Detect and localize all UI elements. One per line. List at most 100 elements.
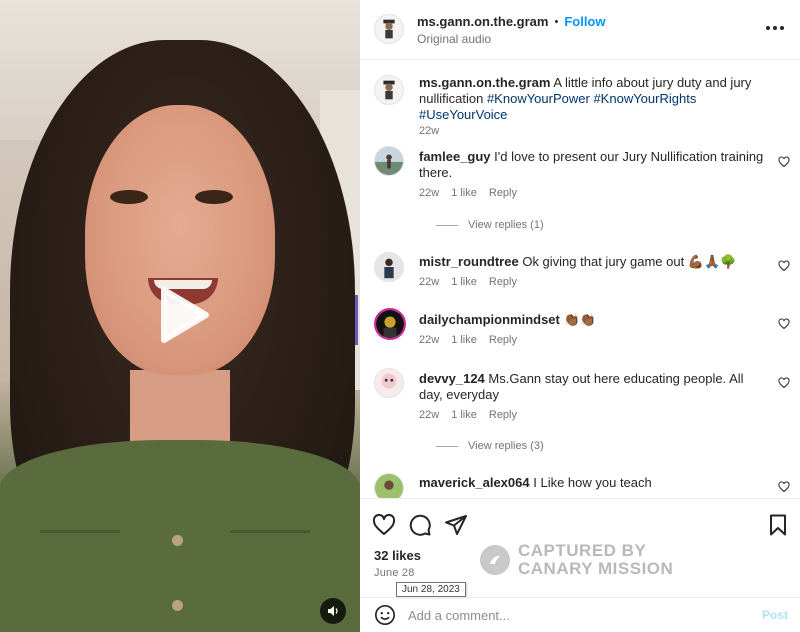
view-replies-button[interactable]: View replies (1)	[436, 219, 544, 231]
comment-item: mistr_roundtree Ok giving that jury game…	[374, 251, 794, 306]
heart-icon[interactable]	[778, 377, 790, 389]
replies-divider	[436, 445, 458, 447]
comment-age[interactable]: 22w	[419, 187, 439, 199]
hashtag-link[interactable]: #KnowYourPower	[487, 91, 590, 106]
hashtag-link[interactable]: #KnowYourRights	[593, 91, 696, 106]
reply-button[interactable]: Reply	[489, 187, 517, 199]
comment-text: famlee_guy I'd love to present our Jury …	[419, 149, 764, 181]
replies-divider	[436, 224, 458, 226]
comments-list[interactable]: ms.gann.on.the.gram A little info about …	[360, 61, 800, 498]
avatar-photo-icon	[375, 369, 403, 397]
canary-logo-icon	[480, 545, 510, 575]
avatar-figure-icon	[383, 19, 395, 39]
video-eye-right	[195, 190, 233, 204]
comment-body: 👏🏾👏🏾	[563, 312, 596, 327]
avatar-photo-icon	[376, 310, 404, 338]
header-separator: •	[554, 15, 559, 28]
comment-body: I Like how you teach	[533, 475, 652, 490]
commenter-avatar[interactable]	[374, 146, 404, 176]
mute-toggle-button[interactable]	[320, 598, 346, 624]
likes-count[interactable]: 32 likes	[374, 548, 421, 563]
video-player[interactable]	[0, 0, 360, 632]
watermark-line-2: CANARY MISSION	[518, 559, 674, 578]
comment-text: dailychampionmindset 👏🏾👏🏾	[419, 312, 764, 328]
comment-age[interactable]: 22w	[419, 276, 439, 288]
commenter-avatar[interactable]	[374, 473, 404, 498]
shirt-pocket	[230, 530, 310, 590]
author-username[interactable]: ms.gann.on.the.gram	[417, 14, 548, 29]
bookmark-icon[interactable]	[766, 513, 790, 537]
view-replies-label: View replies (1)	[468, 219, 544, 231]
avatar-photo-icon	[375, 474, 403, 498]
comment-like-count[interactable]: 1 like	[451, 187, 477, 199]
watermark: CAPTURED BY CANARY MISSION	[480, 540, 680, 580]
caption-text: ms.gann.on.the.gram A little info about …	[419, 75, 764, 123]
heart-icon[interactable]	[372, 513, 396, 537]
comment-age[interactable]: 22w	[419, 334, 439, 346]
comment-item: dailychampionmindset 👏🏾👏🏾 22w 1 like Rep…	[374, 308, 794, 363]
caption-age[interactable]: 22w	[419, 125, 439, 137]
audio-label[interactable]: Original audio	[417, 32, 491, 46]
commenter-avatar[interactable]	[374, 368, 404, 398]
post-details-panel: ms.gann.on.the.gram • Follow Original au…	[360, 0, 800, 632]
shirt-button	[172, 600, 183, 611]
comment-like-count[interactable]: 1 like	[451, 334, 477, 346]
avatar-photo-icon	[375, 253, 403, 281]
comment-meta: 22w 1 like Reply	[419, 334, 517, 346]
watermark-text: CAPTURED BY CANARY MISSION	[518, 542, 673, 578]
heart-icon[interactable]	[778, 481, 790, 493]
comment-like-count[interactable]: 1 like	[451, 276, 477, 288]
shirt-pocket	[40, 530, 120, 590]
heart-icon[interactable]	[778, 156, 790, 168]
comment-item: famlee_guy I'd love to present our Jury …	[374, 146, 794, 246]
shirt-button	[172, 535, 183, 546]
author-avatar[interactable]	[374, 14, 404, 44]
comment-input[interactable]	[408, 606, 748, 624]
avatar-figure-icon	[383, 80, 395, 100]
comment-meta: 22w 1 like Reply	[419, 409, 517, 421]
heart-icon[interactable]	[778, 260, 790, 272]
comment-username[interactable]: maverick_alex064	[419, 475, 530, 490]
more-horizontal-icon[interactable]	[766, 20, 786, 36]
comment-like-count[interactable]: 1 like	[451, 409, 477, 421]
add-comment-bar: Post	[360, 597, 800, 632]
caption-username[interactable]: ms.gann.on.the.gram	[419, 75, 550, 90]
post-comment-button[interactable]: Post	[762, 608, 788, 622]
video-eye-left	[110, 190, 148, 204]
comment-item: maverick_alex064 I Like how you teach	[374, 471, 794, 498]
caption: ms.gann.on.the.gram A little info about …	[374, 73, 794, 137]
comment-text: maverick_alex064 I Like how you teach	[419, 475, 764, 491]
post-header: ms.gann.on.the.gram • Follow Original au…	[360, 0, 800, 60]
reply-button[interactable]: Reply	[489, 334, 517, 346]
comment-username[interactable]: famlee_guy	[419, 149, 491, 164]
comment-item: devvy_124 Ms.Gann stay out here educatin…	[374, 367, 794, 467]
comment-username[interactable]: dailychampionmindset	[419, 312, 560, 327]
reply-button[interactable]: Reply	[489, 409, 517, 421]
heart-icon[interactable]	[778, 318, 790, 330]
post-date[interactable]: June 28	[374, 567, 415, 579]
comment-text: mistr_roundtree Ok giving that jury game…	[419, 254, 764, 270]
view-replies-label: View replies (3)	[468, 440, 544, 452]
smiley-icon[interactable]	[374, 604, 396, 626]
comment-text: devvy_124 Ms.Gann stay out here educatin…	[419, 371, 764, 403]
speaker-icon	[328, 606, 338, 616]
caption-meta: 22w	[419, 125, 439, 137]
comment-body: Ok giving that jury game out 💪🏾🙏🏾🌳	[522, 254, 737, 269]
hashtag-link[interactable]: #UseYourVoice	[419, 107, 507, 122]
commenter-avatar-story-ring[interactable]	[374, 308, 406, 340]
author-avatar[interactable]	[374, 75, 404, 105]
view-replies-button[interactable]: View replies (3)	[436, 440, 544, 452]
reply-button[interactable]: Reply	[489, 276, 517, 288]
comment-meta: 22w 1 like Reply	[419, 187, 517, 199]
commenter-avatar[interactable]	[374, 252, 404, 282]
comment-icon[interactable]	[408, 513, 432, 537]
paper-plane-icon[interactable]	[444, 513, 468, 537]
comment-username[interactable]: mistr_roundtree	[419, 254, 519, 269]
comment-meta: 22w 1 like Reply	[419, 276, 517, 288]
comment-username[interactable]: devvy_124	[419, 371, 485, 386]
watermark-line-1: CAPTURED BY	[518, 541, 647, 560]
follow-button[interactable]: Follow	[564, 14, 605, 29]
play-icon[interactable]	[148, 282, 214, 348]
date-tooltip: Jun 28, 2023	[396, 582, 466, 597]
comment-age[interactable]: 22w	[419, 409, 439, 421]
